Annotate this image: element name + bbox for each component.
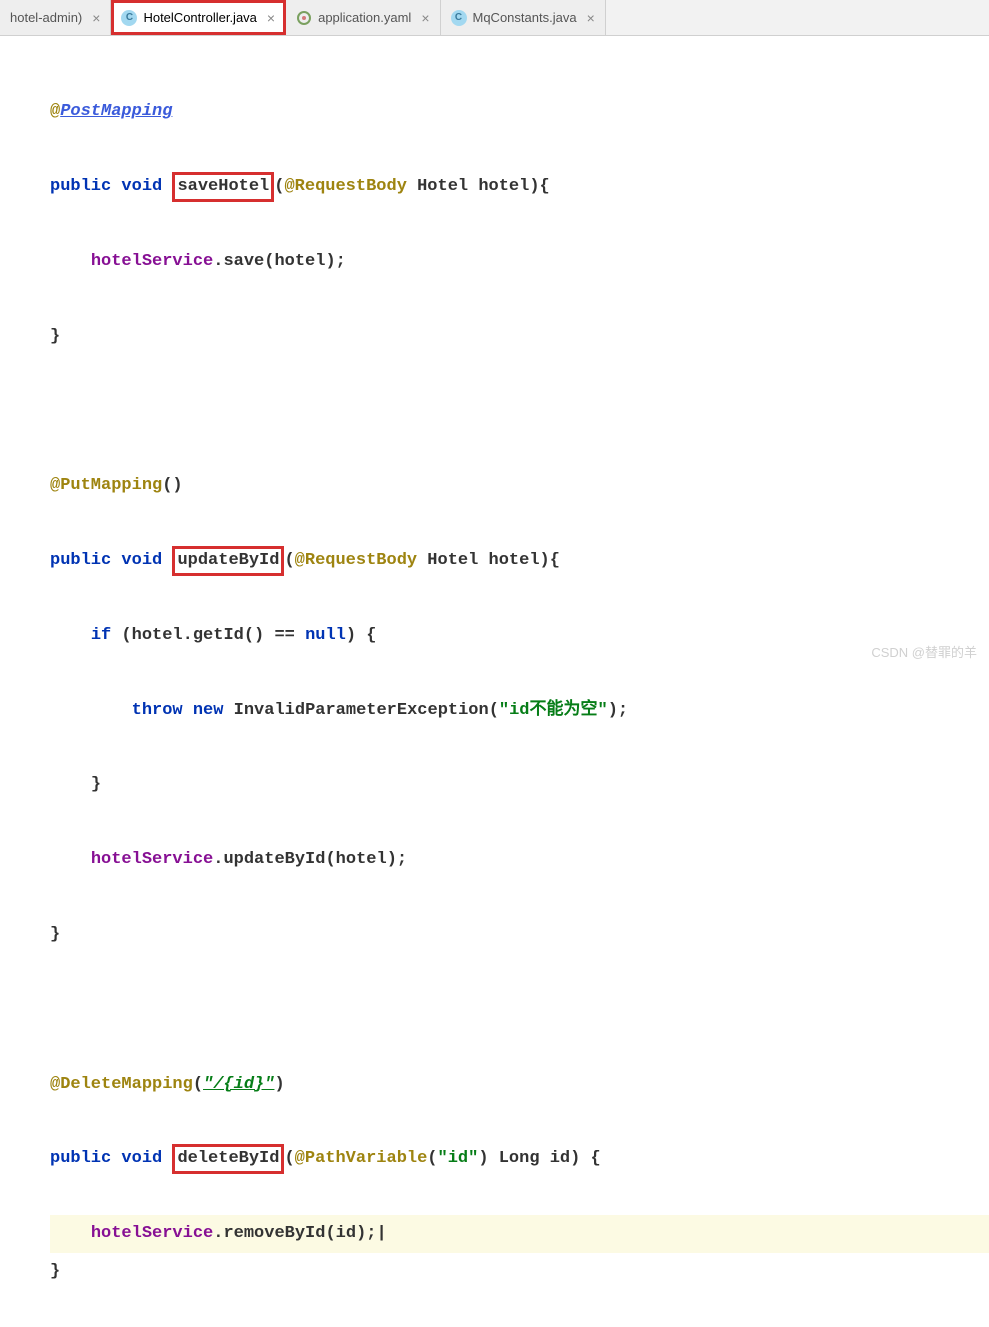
highlight-savehotel: saveHotel: [172, 172, 274, 202]
code-line: throw new InvalidParameterException("id不…: [50, 692, 989, 729]
yaml-icon: [296, 10, 312, 26]
java-class-icon: C: [121, 10, 137, 26]
code-line: hotelService.save(hotel);: [50, 243, 989, 280]
code-line: [50, 393, 989, 430]
code-line: @PostMapping: [50, 93, 989, 130]
highlight-updatebyid: updateById: [172, 546, 284, 576]
code-line: @PutMapping(): [50, 467, 989, 504]
code-line: }: [50, 766, 989, 803]
highlight-deletebyid: deleteById: [172, 1144, 284, 1174]
code-line: @DeleteMapping("/{id}"): [50, 1066, 989, 1103]
tab-label: application.yaml: [318, 10, 411, 25]
close-icon[interactable]: ×: [421, 10, 429, 26]
code-line: public void saveHotel(@RequestBody Hotel…: [50, 168, 989, 205]
code-line: hotelService.updateById(hotel);: [50, 841, 989, 878]
editor-tabs: hotel-admin) × C HotelController.java × …: [0, 0, 989, 36]
close-icon[interactable]: ×: [587, 10, 595, 26]
java-class-icon: C: [451, 10, 467, 26]
tab-hotelcontroller[interactable]: C HotelController.java ×: [111, 0, 286, 35]
close-icon[interactable]: ×: [92, 10, 100, 26]
code-line: }: [50, 1253, 989, 1290]
code-editor[interactable]: @PostMapping public void saveHotel(@Requ…: [0, 36, 989, 1327]
code-line: public void deleteById(@PathVariable("id…: [50, 1140, 989, 1177]
tab-label: HotelController.java: [143, 10, 256, 25]
watermark: CSDN @替罪的羊: [871, 642, 977, 661]
tab-mqconstants[interactable]: C MqConstants.java ×: [441, 0, 606, 35]
code-line: }: [50, 916, 989, 953]
code-line: public void updateById(@RequestBody Hote…: [50, 542, 989, 579]
tab-hotel-admin[interactable]: hotel-admin) ×: [0, 0, 111, 35]
code-line: if (hotel.getId() == null) {: [50, 617, 989, 654]
tab-label: hotel-admin): [10, 10, 82, 25]
code-line-current: hotelService.removeById(id);|: [50, 1215, 989, 1252]
tab-label: MqConstants.java: [473, 10, 577, 25]
close-icon[interactable]: ×: [267, 10, 275, 26]
code-line: }: [50, 318, 989, 355]
code-line: [50, 991, 989, 1028]
tab-application-yaml[interactable]: application.yaml ×: [286, 0, 440, 35]
